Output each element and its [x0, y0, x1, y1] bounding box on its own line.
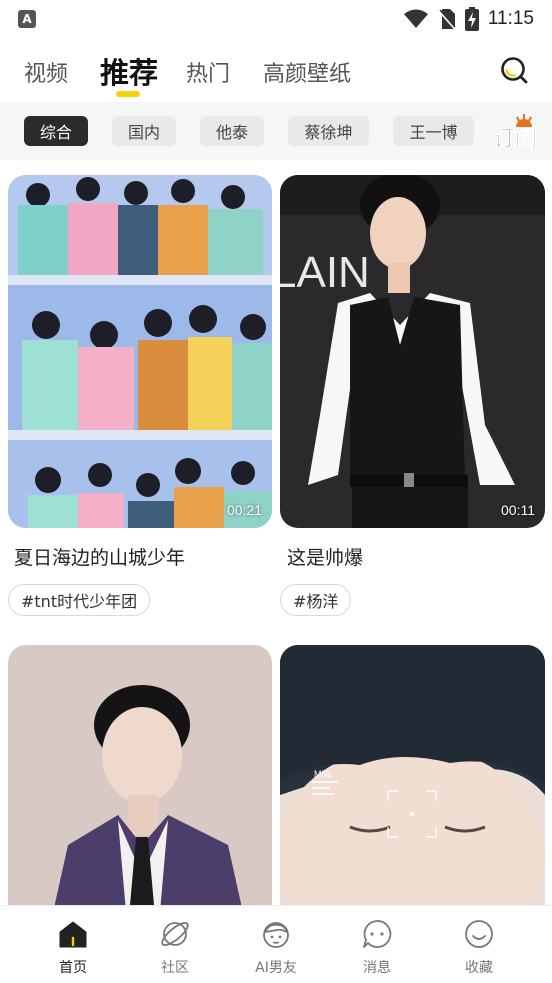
video-thumbnail-image: LAIN [280, 175, 545, 528]
tab-hot[interactable]: 热门 [186, 56, 230, 88]
video-duration: 00:21 [226, 502, 262, 518]
chip-all[interactable]: 综合 [24, 116, 88, 146]
message-bubble-icon [363, 920, 392, 948]
status-bar: A 11:15 [0, 0, 552, 38]
video-card-thumbnail[interactable] [8, 645, 272, 935]
boyfriend-face-icon [263, 922, 289, 948]
planet-icon [161, 921, 189, 947]
wifi-icon [403, 9, 428, 28]
home-icon [59, 921, 87, 948]
video-duration: 00:11 [501, 502, 535, 518]
video-card-thumbnail[interactable]: LAIN 00:11 [280, 175, 545, 528]
chip-wang-yibo[interactable]: 王一博 [393, 116, 474, 146]
video-title[interactable]: 夏日海边的山城少年 [14, 543, 185, 570]
chip-cai-xukun[interactable]: 蔡徐坤 [288, 116, 369, 146]
video-tag[interactable]: #tnt时代少年团 [8, 584, 151, 616]
no-sim-icon [438, 9, 456, 30]
battery-charging-icon [464, 7, 479, 31]
chip-thai[interactable]: 他泰 [200, 116, 264, 146]
nav-favorites-label: 收藏 [465, 960, 493, 976]
video-thumbnail-image: MNL [280, 645, 545, 935]
nav-favorites[interactable]: 收藏 [439, 918, 519, 977]
video-title[interactable]: 这是帅爆 [287, 543, 363, 570]
nav-ai-boyfriend[interactable]: AI男友 [236, 918, 316, 977]
tab-recommend[interactable]: 推荐 [100, 50, 158, 92]
nav-ai-boyfriend-label: AI男友 [255, 960, 297, 976]
category-bar: 综合 国内 他泰 蔡徐坤 王一博 订阅 [0, 102, 552, 160]
subscribe-button[interactable]: 订阅 [488, 110, 542, 154]
nav-home[interactable]: 首页 [33, 918, 113, 977]
nav-community-label: 社区 [161, 960, 189, 976]
chip-domestic[interactable]: 国内 [112, 116, 176, 146]
nav-home-label: 首页 [59, 960, 87, 976]
video-thumbnail-image [8, 175, 272, 528]
backdrop-sign-text: LAIN [280, 248, 370, 297]
nav-messages-label: 消息 [363, 960, 391, 976]
video-tag[interactable]: #杨洋 [280, 584, 352, 616]
subscribe-label: 订阅 [493, 127, 537, 152]
nav-community[interactable]: 社区 [135, 918, 215, 977]
nav-messages[interactable]: 消息 [337, 918, 417, 977]
tab-video[interactable]: 视频 [24, 56, 68, 88]
smile-icon [465, 920, 493, 948]
video-thumbnail-image [8, 645, 272, 935]
active-tab-indicator [116, 91, 140, 97]
bottom-nav: 首页 社区 AI男友 消息 收藏 [0, 905, 552, 983]
app-notification-icon: A [18, 10, 36, 28]
status-time: 11:15 [487, 8, 534, 29]
tab-wallpaper[interactable]: 高颜壁纸 [263, 56, 351, 88]
camera-hud-text: MNL [314, 769, 333, 779]
top-tab-bar: 视频 推荐 热门 高颜壁纸 [0, 40, 552, 100]
video-card-thumbnail[interactable]: 00:21 [8, 175, 272, 528]
video-card-thumbnail[interactable]: MNL [280, 645, 545, 935]
search-icon[interactable] [500, 56, 528, 84]
